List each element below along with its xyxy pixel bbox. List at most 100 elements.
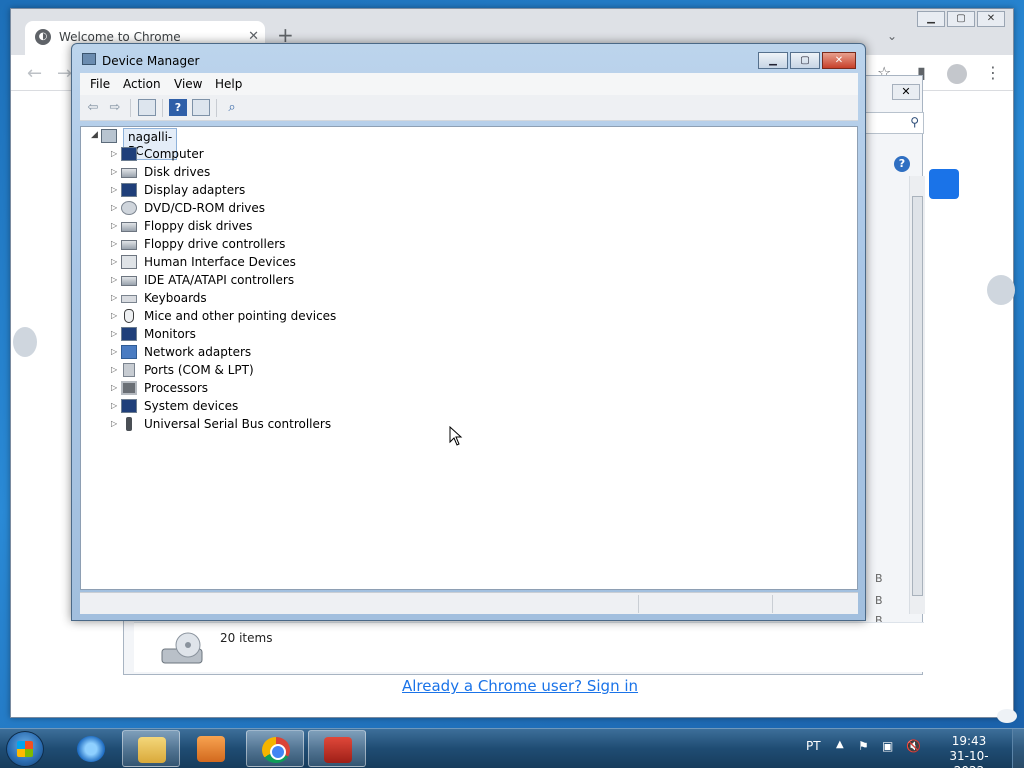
truncated-text: B bbox=[875, 594, 883, 607]
chrome-close-button[interactable]: ✕ bbox=[977, 11, 1005, 27]
truncated-text: B bbox=[875, 572, 883, 585]
expand-icon[interactable]: ▷ bbox=[111, 203, 117, 212]
close-tab-icon[interactable]: ✕ bbox=[248, 29, 259, 44]
menu-view[interactable]: View bbox=[174, 77, 202, 91]
maximize-button[interactable]: ▢ bbox=[790, 52, 820, 69]
expand-icon[interactable]: ▷ bbox=[111, 419, 117, 428]
dvd-drive-icon bbox=[121, 201, 137, 215]
tree-item-label: Keyboards bbox=[144, 291, 207, 305]
show-desktop-button[interactable] bbox=[1012, 729, 1024, 768]
tree-item-label: Processors bbox=[144, 381, 209, 395]
chrome-signin-link[interactable]: Already a Chrome user? Sign in bbox=[402, 677, 638, 695]
tree-item-label: Computer bbox=[144, 147, 204, 161]
back-icon[interactable]: ⇦ bbox=[84, 99, 102, 116]
media-player-icon bbox=[197, 736, 225, 762]
language-indicator[interactable]: PT bbox=[806, 739, 821, 753]
chrome-menu-icon[interactable]: ⋮ bbox=[985, 63, 1001, 82]
explorer-close-button[interactable]: ✕ bbox=[892, 84, 920, 100]
status-pane bbox=[638, 595, 639, 613]
scrollbar-thumb[interactable] bbox=[912, 196, 923, 596]
chrome-maximize-button[interactable]: ▢ bbox=[947, 11, 975, 27]
keyboard-icon bbox=[121, 295, 137, 303]
status-pane bbox=[772, 595, 773, 613]
monitor-icon bbox=[121, 327, 137, 341]
tree-item-label: Human Interface Devices bbox=[144, 255, 296, 269]
internet-explorer-icon bbox=[77, 736, 105, 762]
chrome-tab-title: Welcome to Chrome bbox=[59, 30, 181, 44]
network-icon[interactable]: ▣ bbox=[882, 739, 893, 753]
device-tree: ◢ nagalli-PC ▷ Computer ▷ Disk drives ▷ … bbox=[80, 126, 858, 590]
mouse-cursor-icon bbox=[449, 426, 463, 446]
forward-arrow-icon[interactable]: → bbox=[57, 63, 72, 84]
taskbar-file-explorer[interactable] bbox=[122, 730, 180, 767]
disk-drive-icon bbox=[121, 168, 137, 178]
minimize-button[interactable]: ▁ bbox=[758, 52, 788, 69]
expand-icon[interactable]: ▷ bbox=[111, 239, 117, 248]
start-button[interactable] bbox=[6, 731, 44, 767]
action-center-flag-icon[interactable]: ⚑ bbox=[858, 739, 869, 753]
expand-icon[interactable]: ▷ bbox=[111, 167, 117, 176]
close-button[interactable]: ✕ bbox=[822, 52, 856, 69]
forward-icon[interactable]: ⇨ bbox=[106, 99, 124, 116]
folder-icon bbox=[138, 737, 166, 763]
tree-item-label: Mice and other pointing devices bbox=[144, 309, 337, 323]
expand-icon[interactable]: ▷ bbox=[111, 347, 117, 356]
profile-avatar-icon[interactable] bbox=[947, 64, 967, 84]
status-bar bbox=[80, 592, 858, 614]
tree-item-label: Floppy drive controllers bbox=[144, 237, 286, 251]
taskbar: PT ▲ ⚑ ▣ 🔇 19:43 31-10-2022 bbox=[0, 728, 1024, 768]
menu-bar: File Action View Help bbox=[80, 73, 858, 95]
tree-item-label: Floppy disk drives bbox=[144, 219, 253, 233]
properties-icon[interactable] bbox=[192, 99, 210, 116]
explorer-search-input[interactable]: ⚲ bbox=[860, 112, 924, 134]
toolbar-separator bbox=[130, 99, 131, 117]
explorer-scrollbar[interactable] bbox=[909, 176, 925, 614]
window-controls: ▁ ▢ ✕ bbox=[758, 52, 856, 69]
back-arrow-icon[interactable]: ← bbox=[27, 63, 42, 84]
expand-icon[interactable]: ▷ bbox=[111, 185, 117, 194]
expand-icon[interactable]: ▷ bbox=[111, 329, 117, 338]
clock-date: 31-10-2022 bbox=[949, 749, 989, 768]
volume-muted-icon[interactable]: 🔇 bbox=[906, 739, 921, 753]
expand-icon[interactable]: ▷ bbox=[111, 401, 117, 410]
collapse-icon[interactable]: ◢ bbox=[91, 130, 98, 140]
taskbar-internet-explorer[interactable] bbox=[62, 730, 120, 767]
system-clock[interactable]: 19:43 31-10-2022 bbox=[936, 734, 1002, 768]
explorer-details-pane: 20 items bbox=[134, 622, 924, 672]
expand-icon[interactable]: ▷ bbox=[111, 293, 117, 302]
taskbar-chrome[interactable] bbox=[246, 730, 304, 767]
expand-icon[interactable]: ▷ bbox=[111, 311, 117, 320]
tree-item-label: DVD/CD-ROM drives bbox=[144, 201, 266, 215]
tab-search-chevron-icon[interactable]: ⌄ bbox=[887, 29, 897, 43]
tree-item-label: Network adapters bbox=[144, 345, 252, 359]
chrome-icon bbox=[262, 737, 290, 763]
decorative-shape bbox=[13, 327, 37, 357]
expand-icon[interactable]: ▷ bbox=[111, 383, 117, 392]
item-count-label: 20 items bbox=[220, 631, 273, 645]
menu-action[interactable]: Action bbox=[123, 77, 161, 91]
taskbar-device-manager[interactable] bbox=[308, 730, 366, 767]
menu-help[interactable]: Help bbox=[215, 77, 242, 91]
network-adapter-icon bbox=[121, 345, 137, 359]
taskbar-media-player[interactable] bbox=[182, 730, 240, 767]
show-hide-console-tree-icon[interactable] bbox=[138, 99, 156, 116]
chrome-favicon-icon: ◐ bbox=[35, 29, 51, 45]
chrome-minimize-button[interactable]: ▁ bbox=[917, 11, 945, 27]
show-hidden-icons-icon[interactable]: ▲ bbox=[836, 739, 844, 750]
expand-icon[interactable]: ▷ bbox=[111, 149, 117, 158]
help-icon[interactable]: ? bbox=[169, 99, 187, 116]
expand-icon[interactable]: ▷ bbox=[111, 257, 117, 266]
menu-file[interactable]: File bbox=[90, 77, 110, 91]
decorative-blue-shape bbox=[929, 169, 959, 199]
scan-hardware-icon[interactable]: ⌕ bbox=[223, 99, 241, 116]
help-icon[interactable]: ? bbox=[894, 156, 910, 172]
display-adapter-icon bbox=[121, 183, 137, 197]
toolbar-separator bbox=[162, 99, 163, 117]
new-tab-button[interactable]: + bbox=[277, 25, 294, 45]
expand-icon[interactable]: ▷ bbox=[111, 365, 117, 374]
expand-icon[interactable]: ▷ bbox=[111, 275, 117, 284]
toolbar: ⇦ ⇨ ? ⌕ bbox=[80, 95, 858, 121]
mouse-icon bbox=[124, 309, 134, 323]
toolbox-icon bbox=[324, 737, 352, 763]
expand-icon[interactable]: ▷ bbox=[111, 221, 117, 230]
